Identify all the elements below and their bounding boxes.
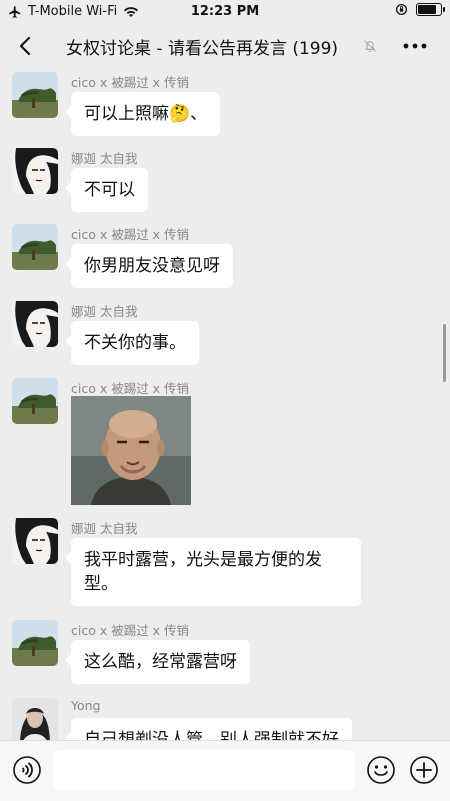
status-bar: T-Mobile Wi-Fi 12:23 PM bbox=[0, 0, 450, 24]
status-right bbox=[395, 3, 445, 16]
message-bubble[interactable]: 自己想剃没人管，别人强制就不好 bbox=[65, 718, 352, 740]
message-input[interactable] bbox=[54, 750, 354, 790]
scrollbar-thumb[interactable] bbox=[443, 324, 446, 382]
sender-name: 娜迦 太自我 bbox=[71, 151, 138, 166]
sender-name: cico x 被踢过 x 传销 bbox=[71, 623, 190, 638]
sender-name: cico x 被踢过 x 传销 bbox=[71, 381, 190, 396]
nav-bar: 女权讨论桌 - 请看公告再发言 (199) bbox=[0, 24, 450, 68]
sender-name: cico x 被踢过 x 传销 bbox=[71, 75, 190, 90]
message-bubble[interactable]: 不关你的事。 bbox=[65, 321, 199, 365]
smiley-icon[interactable] bbox=[366, 755, 396, 785]
sender-name: Yong bbox=[71, 698, 101, 713]
bell-slash-icon bbox=[364, 40, 376, 52]
landscape-tree-avatar[interactable] bbox=[12, 620, 58, 666]
voice-icon[interactable] bbox=[12, 755, 42, 785]
message-bubble[interactable]: 你男朋友没意见呀 bbox=[65, 244, 233, 288]
sender-name: cico x 被踢过 x 传销 bbox=[71, 227, 190, 242]
chevron-left-icon[interactable] bbox=[14, 34, 38, 58]
orientation-lock-icon bbox=[395, 3, 408, 16]
landscape-tree-avatar[interactable] bbox=[12, 378, 58, 424]
input-bar bbox=[0, 740, 450, 801]
sender-name: 娜迦 太自我 bbox=[71, 304, 138, 319]
landscape-tree-avatar[interactable] bbox=[12, 72, 58, 118]
ellipsis-icon[interactable] bbox=[402, 36, 428, 56]
manga-figure-avatar[interactable] bbox=[12, 518, 58, 564]
chat-title: 女权讨论桌 - 请看公告再发言 (199) bbox=[66, 39, 339, 59]
portrait-woman-avatar[interactable] bbox=[12, 698, 58, 740]
chat-area[interactable]: cico x 被踢过 x 传销 可以上照嘛🤔、 娜迦 太自我 不可以 cico … bbox=[0, 68, 450, 740]
battery-fill bbox=[418, 5, 436, 14]
plus-icon[interactable] bbox=[409, 755, 439, 785]
message-line: 型。 bbox=[84, 574, 118, 594]
landscape-tree-avatar[interactable] bbox=[12, 224, 58, 270]
message-bubble[interactable]: 不可以 bbox=[65, 168, 148, 212]
bald-man-photo[interactable] bbox=[71, 396, 191, 505]
sender-name: 娜迦 太自我 bbox=[71, 521, 138, 536]
manga-figure-avatar[interactable] bbox=[12, 148, 58, 194]
message-line: 我平时露营，光头是最方便的发 bbox=[84, 550, 322, 570]
manga-figure-avatar[interactable] bbox=[12, 301, 58, 347]
message-bubble[interactable]: 这么酷，经常露营呀 bbox=[65, 640, 250, 684]
message-bubble[interactable]: 我平时露营，光头是最方便的发 型。 bbox=[65, 538, 361, 606]
battery-icon bbox=[416, 3, 445, 16]
message-bubble[interactable]: 可以上照嘛🤔、 bbox=[64, 92, 221, 136]
status-time: 12:23 PM bbox=[190, 4, 260, 19]
